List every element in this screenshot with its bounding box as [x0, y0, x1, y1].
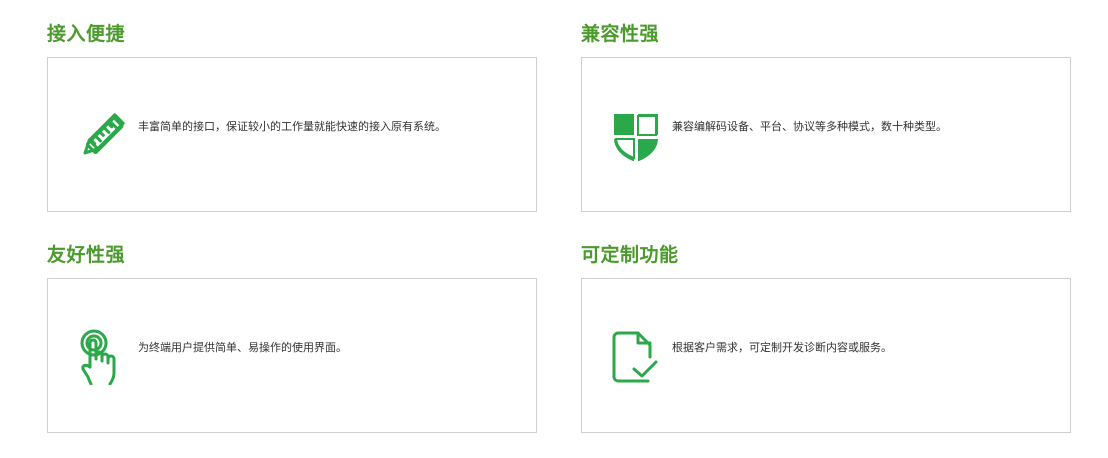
feature-description: 兼容编解码设备、平台、协议等多种模式，数十种类型。	[672, 120, 947, 133]
feature-card: 为终端用户提供简单、易操作的使用界面。	[47, 278, 537, 433]
feature-title: 接入便捷	[47, 23, 126, 45]
feature-user-friendly: 友好性强 为终端用户提供简单、易操作的使用界面。	[47, 243, 537, 433]
document-check-icon	[608, 329, 664, 385]
feature-easy-access: 接入便捷 丰富简单的接口，保证较小的工作量就能快速的接入原有系统。	[47, 22, 537, 212]
feature-title: 兼容性强	[581, 23, 660, 45]
feature-customizable: 可定制功能 根据客户需求，可定制开发诊断内容或服务。	[581, 243, 1071, 433]
shield-icon	[608, 108, 664, 164]
feature-title: 友好性强	[47, 244, 126, 266]
feature-title: 可定制功能	[581, 244, 679, 266]
touch-hand-icon	[74, 329, 130, 385]
feature-description: 根据客户需求，可定制开发诊断内容或服务。	[672, 341, 892, 354]
feature-description: 丰富简单的接口，保证较小的工作量就能快速的接入原有系统。	[138, 120, 446, 133]
pencil-ruler-icon	[74, 108, 130, 164]
feature-description: 为终端用户提供简单、易操作的使用界面。	[138, 341, 347, 354]
feature-card: 根据客户需求，可定制开发诊断内容或服务。	[581, 278, 1071, 433]
feature-compatibility: 兼容性强 兼容编解码设备、平台、协议等多种模式，数十种类型。	[581, 22, 1071, 212]
feature-card: 丰富简单的接口，保证较小的工作量就能快速的接入原有系统。	[47, 57, 537, 212]
feature-card: 兼容编解码设备、平台、协议等多种模式，数十种类型。	[581, 57, 1071, 212]
